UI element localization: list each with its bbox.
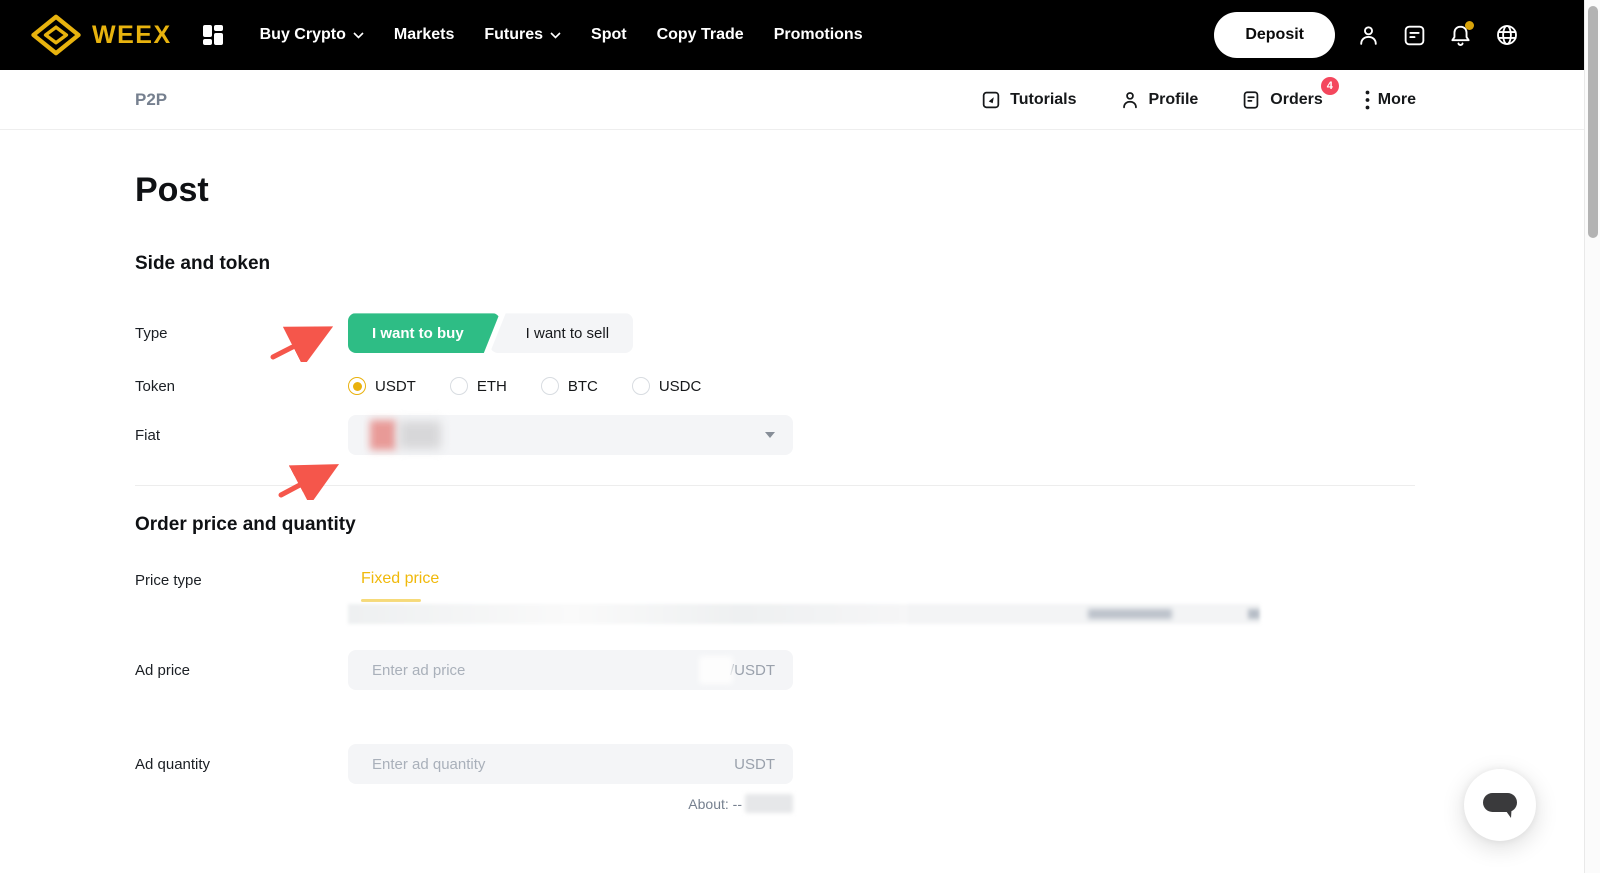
i-want-to-sell-button[interactable]: I want to sell [490, 313, 633, 353]
fiat-label: Fiat [135, 427, 348, 444]
ad-price-label: Ad price [135, 662, 348, 679]
weex-diamond-icon [30, 14, 82, 56]
profile-button[interactable]: Profile [1119, 89, 1199, 111]
profile-label: Profile [1149, 91, 1199, 109]
notifications-bell-icon[interactable] [1448, 23, 1473, 48]
ad-quantity-field: USDT [348, 744, 793, 784]
chevron-down-icon [550, 32, 561, 39]
menu-label: Markets [394, 26, 454, 44]
tutorials-icon [980, 89, 1002, 111]
radio-usdc[interactable]: USDC [632, 377, 702, 395]
breadcrumb-p2p[interactable]: P2P [135, 90, 167, 110]
orders-badge: 4 [1321, 77, 1339, 95]
about-text: About: -- [688, 796, 742, 812]
radio-selected-icon [348, 377, 366, 395]
page-scrollbar [1584, 0, 1600, 873]
token-radio-group: USDT ETH BTC USDC [348, 377, 701, 395]
subnav-actions: Tutorials Profile Orders 4 More [980, 89, 1416, 111]
menu-item-markets[interactable]: Markets [394, 26, 454, 44]
orders-label: Orders [1270, 91, 1322, 109]
more-dots-icon [1365, 90, 1370, 110]
redacted-description [348, 604, 1260, 624]
redacted-amount [745, 794, 793, 813]
navbar-right: Deposit [1214, 12, 1520, 58]
select-caret-icon [765, 432, 775, 438]
token-row: Token USDT ETH BTC USDC [135, 377, 1584, 395]
radio-usdt[interactable]: USDT [348, 377, 416, 395]
page-title: Post [135, 172, 1584, 209]
top-navbar: WEEX Buy Crypto Markets Futures Spot Cop… [0, 0, 1584, 70]
post-form: Post Side and token Type I want to buy I… [0, 130, 1584, 813]
section-order-price: Order price and quantity [135, 514, 1584, 536]
menu-label: Futures [484, 26, 543, 44]
apps-grid-icon[interactable] [202, 24, 224, 46]
menu-item-spot[interactable]: Spot [591, 26, 627, 44]
price-type-label: Price type [135, 570, 348, 589]
ad-price-field: /USDT [348, 650, 793, 690]
section-side-and-token: Side and token [135, 253, 1584, 275]
orders-icon [1240, 89, 1262, 111]
fixed-price-tab[interactable]: Fixed price [361, 570, 1260, 588]
tutorials-button[interactable]: Tutorials [980, 89, 1076, 111]
menu-label: Copy Trade [657, 26, 744, 44]
brand-name: WEEX [92, 21, 172, 50]
token-label: Token [135, 378, 348, 395]
radio-unselected-icon [632, 377, 650, 395]
fixed-price-tab-underline [361, 599, 421, 602]
tutorials-label: Tutorials [1010, 91, 1076, 109]
ad-price-input[interactable] [370, 661, 699, 680]
menu-item-buy-crypto[interactable]: Buy Crypto [260, 26, 364, 44]
notification-dot [1465, 21, 1474, 30]
orders-button[interactable]: Orders 4 [1240, 89, 1322, 111]
radio-label: USDT [375, 378, 416, 395]
radio-label: ETH [477, 378, 507, 395]
fiat-row: Fiat [135, 415, 1584, 455]
profile-icon [1119, 89, 1141, 111]
scrollbar-thumb[interactable] [1588, 6, 1598, 238]
i-want-to-buy-button[interactable]: I want to buy [348, 313, 500, 353]
ad-quantity-row: Ad quantity USDT [135, 744, 1584, 784]
redacted-fiat-code [699, 656, 733, 684]
section-divider [135, 485, 1415, 486]
about-estimate: About: -- [348, 794, 793, 813]
type-label: Type [135, 325, 348, 342]
support-chat-button[interactable] [1464, 769, 1536, 841]
weex-logo[interactable]: WEEX [30, 14, 172, 56]
chevron-down-icon [353, 32, 364, 39]
messages-icon[interactable] [1402, 23, 1427, 48]
profile-icon[interactable] [1356, 23, 1381, 48]
menu-item-copy-trade[interactable]: Copy Trade [657, 26, 744, 44]
menu-item-promotions[interactable]: Promotions [774, 26, 863, 44]
fiat-select[interactable] [348, 415, 793, 455]
redacted-currency [399, 421, 441, 449]
buy-sell-toggle: I want to buy I want to sell [348, 313, 633, 353]
chat-bubble-icon [1482, 791, 1518, 819]
type-row: Type I want to buy I want to sell [135, 313, 1584, 353]
radio-label: USDC [659, 378, 702, 395]
radio-unselected-icon [450, 377, 468, 395]
more-label: More [1378, 91, 1416, 109]
menu-item-futures[interactable]: Futures [484, 26, 561, 44]
menu-label: Buy Crypto [260, 26, 346, 44]
ad-price-row: Ad price /USDT [135, 650, 1584, 690]
ad-quantity-label: Ad quantity [135, 756, 348, 773]
ad-quantity-input[interactable] [370, 755, 734, 774]
price-type-row: Price type Fixed price [135, 570, 1584, 624]
p2p-subnav: P2P Tutorials Profile Orders 4 [0, 70, 1584, 130]
radio-label: BTC [568, 378, 598, 395]
ad-quantity-suffix: USDT [734, 756, 775, 773]
main-menu: Buy Crypto Markets Futures Spot Copy Tra… [260, 26, 863, 44]
deposit-button[interactable]: Deposit [1214, 12, 1335, 58]
redacted-flag [370, 420, 396, 450]
language-globe-icon[interactable] [1494, 22, 1520, 48]
menu-label: Promotions [774, 26, 863, 44]
ad-price-suffix: /USDT [699, 656, 775, 684]
radio-btc[interactable]: BTC [541, 377, 598, 395]
radio-eth[interactable]: ETH [450, 377, 507, 395]
more-button[interactable]: More [1365, 90, 1416, 110]
annotation-arrow-fiat [274, 452, 348, 500]
radio-unselected-icon [541, 377, 559, 395]
menu-label: Spot [591, 26, 627, 44]
suffix-text: /USDT [730, 662, 775, 679]
